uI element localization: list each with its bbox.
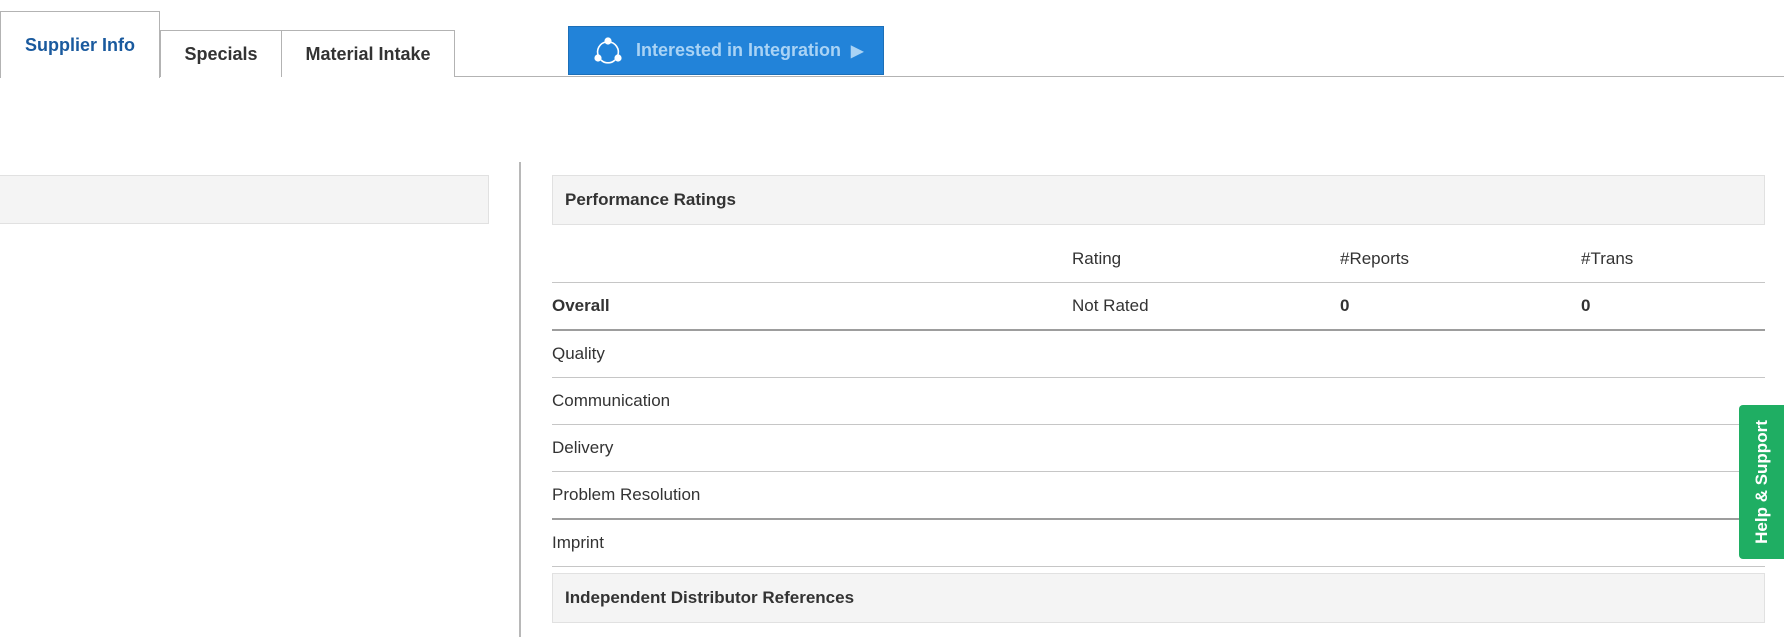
distributor-references-header: Independent Distributor References xyxy=(552,573,1765,623)
tab-label: Material Intake xyxy=(305,43,431,64)
performance-ratings-header: Performance Ratings xyxy=(552,175,1765,225)
left-panel-header xyxy=(0,175,489,224)
row-label-problem-resolution: Problem Resolution xyxy=(552,485,701,504)
column-header-rating: Rating xyxy=(1072,249,1122,268)
table-row: Imprint xyxy=(552,520,1765,567)
table-row: Problem Resolution xyxy=(552,472,1765,520)
table-row: Quality xyxy=(552,331,1765,378)
help-support-button[interactable]: Help & Support xyxy=(1739,405,1784,559)
help-support-label: Help & Support xyxy=(1751,420,1771,544)
column-divider xyxy=(519,162,521,637)
row-label-delivery: Delivery xyxy=(552,438,614,457)
table-row-overall: Overall Not Rated 0 0 xyxy=(552,283,1765,331)
play-icon: ▶ xyxy=(851,42,864,60)
distributor-references-title: Independent Distributor References xyxy=(565,588,855,607)
tab-specials[interactable]: Specials xyxy=(160,30,282,77)
row-label-quality: Quality xyxy=(552,344,605,363)
tab-material-intake[interactable]: Material Intake xyxy=(281,30,455,77)
table-row: Communication xyxy=(552,378,1765,425)
overall-reports-value: 0 xyxy=(1340,296,1350,315)
column-header-trans: #Trans xyxy=(1581,249,1634,268)
overall-rating-value: Not Rated xyxy=(1072,296,1149,315)
row-label-imprint: Imprint xyxy=(552,533,604,552)
performance-ratings-table: Rating #Reports #Trans Overall Not Rated… xyxy=(552,236,1765,567)
share-icon xyxy=(594,36,622,64)
row-label-communication: Communication xyxy=(552,391,671,410)
performance-ratings-title: Performance Ratings xyxy=(565,190,736,209)
table-header-row: Rating #Reports #Trans xyxy=(552,236,1765,283)
tab-supplier-info[interactable]: Supplier Info xyxy=(0,11,160,78)
column-header-reports: #Reports xyxy=(1340,249,1409,268)
overall-trans-value: 0 xyxy=(1581,296,1591,315)
table-row: Delivery xyxy=(552,425,1765,472)
tab-bar: Supplier Info Specials Material Intake I… xyxy=(0,0,1784,78)
interested-in-integration-button[interactable]: Interested in Integration ▶ xyxy=(568,26,884,75)
tab-label: Supplier Info xyxy=(25,34,135,55)
integration-button-label: Interested in Integration xyxy=(636,40,842,60)
tab-label: Specials xyxy=(184,43,258,64)
row-label-overall: Overall xyxy=(552,296,610,315)
